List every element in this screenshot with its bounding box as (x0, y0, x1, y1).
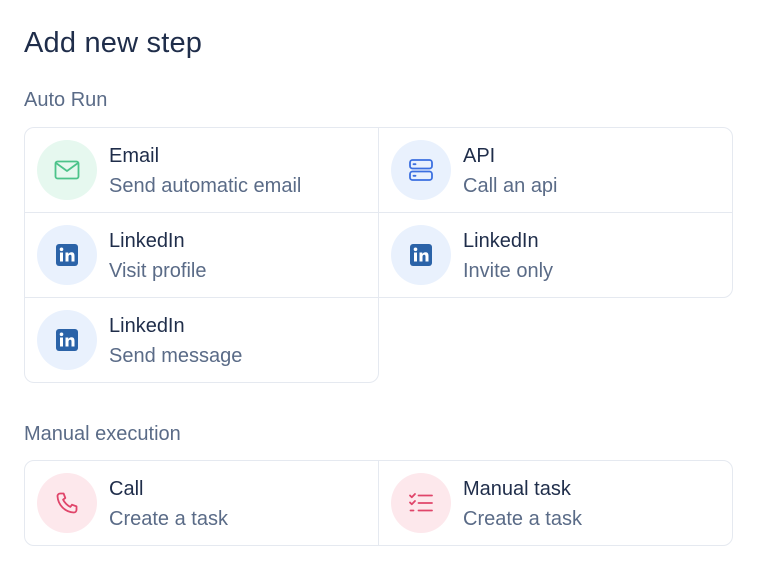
phone-icon (37, 473, 97, 533)
linkedin-icon (37, 225, 97, 285)
server-icon (391, 140, 451, 200)
step-option-linkedin-invite[interactable]: LinkedIn Invite only (378, 212, 733, 298)
step-option-email[interactable]: Email Send automatic email (24, 127, 379, 213)
step-option-api[interactable]: API Call an api (378, 127, 733, 213)
mail-icon (37, 140, 97, 200)
step-option-linkedin-visit-profile[interactable]: LinkedIn Visit profile (24, 212, 379, 298)
manual-execution-grid: Call Create a task Manual task Create a … (24, 460, 733, 546)
step-option-name: Manual task (463, 478, 571, 500)
section-label-auto-run: Auto Run (24, 89, 108, 111)
linkedin-icon (391, 225, 451, 285)
step-option-name: LinkedIn (463, 230, 539, 252)
step-option-description: Create a task (109, 508, 228, 530)
step-option-name: Call (109, 478, 144, 500)
step-option-description: Call an api (463, 175, 558, 197)
auto-run-grid: Email Send automatic email API Call an a… (24, 127, 733, 383)
linkedin-icon (37, 310, 97, 370)
step-option-name: LinkedIn (109, 230, 185, 252)
step-option-name: Email (109, 145, 160, 167)
step-option-call[interactable]: Call Create a task (24, 460, 379, 546)
step-option-description: Visit profile (109, 260, 207, 282)
page-title: Add new step (24, 27, 203, 59)
section-label-manual-execution: Manual execution (24, 423, 181, 445)
step-option-description: Create a task (463, 508, 582, 530)
step-option-description: Send automatic email (109, 175, 302, 197)
checklist-icon (391, 473, 451, 533)
step-option-name: LinkedIn (109, 315, 185, 337)
step-option-linkedin-send-message[interactable]: LinkedIn Send message (24, 297, 379, 383)
step-option-manual-task[interactable]: Manual task Create a task (378, 460, 733, 546)
step-option-description: Invite only (463, 260, 554, 282)
step-option-description: Send message (109, 345, 243, 367)
step-option-name: API (463, 145, 496, 167)
